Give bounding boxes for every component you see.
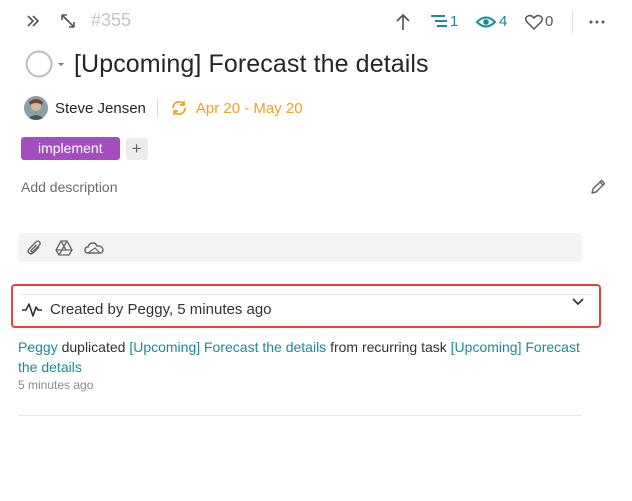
more-options-button[interactable]: [589, 20, 605, 24]
activity-header[interactable]: Created by Peggy, 5 minutes ago: [11, 284, 601, 328]
status-circle-icon: [25, 50, 53, 78]
title-row: [Upcoming] Forecast the details: [24, 44, 429, 84]
resize-icon: [61, 14, 75, 28]
section-divider: [18, 415, 582, 416]
add-tag-button[interactable]: +: [125, 137, 148, 160]
task-id: #355: [91, 10, 131, 31]
meta-row: Steve Jensen Apr 20 - May 20: [24, 94, 303, 122]
description-field[interactable]: Add description: [21, 179, 118, 195]
status-toggle[interactable]: [24, 49, 66, 79]
subtasks-button[interactable]: 1: [430, 13, 458, 30]
expand-panel-icon: [27, 15, 40, 27]
log-middle: from recurring task: [326, 339, 451, 355]
activity-header-inner: Created by Peggy, 5 minutes ago: [21, 294, 591, 324]
move-up-button[interactable]: [395, 13, 411, 31]
assignee-name[interactable]: Steve Jensen: [55, 100, 146, 117]
recurring-icon[interactable]: [170, 99, 188, 117]
more-icon: [589, 20, 605, 24]
description-row: Add description: [21, 176, 611, 200]
heart-icon: [525, 14, 543, 30]
activity-pulse-icon: [22, 302, 42, 317]
watchers-count: 4: [499, 13, 508, 30]
edit-pencil-icon[interactable]: [589, 178, 607, 196]
subtasks-icon: [431, 14, 447, 27]
actor-link[interactable]: Peggy: [18, 339, 58, 355]
avatar[interactable]: [24, 96, 48, 120]
caret-down-icon: [58, 63, 64, 66]
onedrive-icon[interactable]: [84, 239, 104, 257]
task-id-label: #355: [91, 10, 132, 30]
tags-row: implement +: [21, 137, 148, 160]
task-toolbar: #355 1 4 0: [0, 0, 632, 44]
activity-timestamp: 5 minutes ago: [18, 378, 94, 392]
toolbar-divider: [572, 10, 573, 34]
watchers-button[interactable]: 4: [476, 13, 507, 30]
log-verb: duplicated: [57, 339, 130, 355]
likes-count: 0: [545, 13, 554, 30]
expand-panel-button[interactable]: [26, 13, 40, 29]
google-drive-icon[interactable]: [55, 239, 73, 257]
chevron-down-icon[interactable]: [571, 296, 585, 306]
paperclip-icon[interactable]: [26, 239, 44, 257]
date-range[interactable]: Apr 20 - May 20: [196, 100, 303, 117]
tag-implement[interactable]: implement: [21, 137, 120, 160]
like-button[interactable]: 0: [525, 13, 553, 30]
resize-button[interactable]: [60, 13, 76, 29]
subtasks-count: 1: [450, 13, 459, 30]
task-title[interactable]: [Upcoming] Forecast the details: [74, 50, 429, 79]
activity-summary: Created by Peggy, 5 minutes ago: [50, 301, 272, 318]
arrow-up-icon: [396, 13, 410, 30]
activity-log-entry: Peggy duplicated [Upcoming] Forecast the…: [18, 337, 582, 377]
attachments-bar: [18, 233, 582, 262]
meta-divider: [156, 98, 158, 118]
target-task-link[interactable]: [Upcoming] Forecast the details: [129, 339, 326, 355]
eye-icon: [476, 16, 496, 27]
